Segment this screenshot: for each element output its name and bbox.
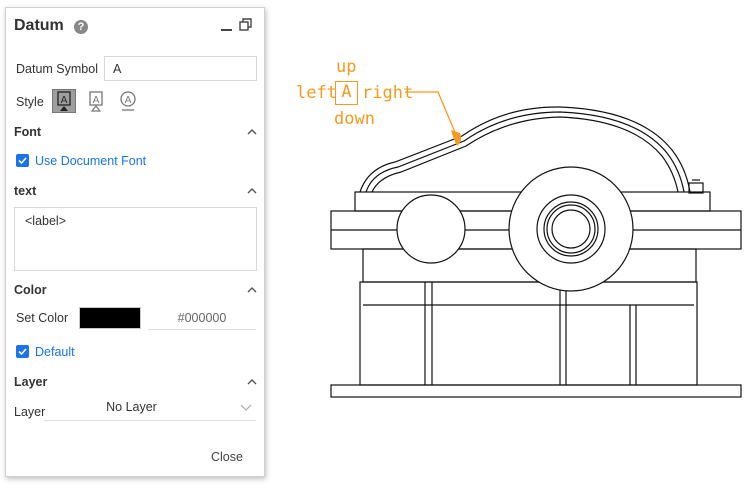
default-color-label[interactable]: Default: [35, 345, 75, 359]
check-icon: [18, 348, 27, 356]
dialog-title: Datum: [14, 17, 64, 34]
datum-box-filled-icon: A: [57, 91, 71, 111]
close-button[interactable]: Close: [211, 450, 243, 464]
datum-label-down[interactable]: down: [334, 109, 375, 129]
svg-text:A: A: [125, 95, 132, 106]
datum-label-up[interactable]: up: [336, 57, 356, 77]
layer-select[interactable]: No Layer: [44, 400, 256, 421]
color-section-header: Color: [14, 283, 47, 297]
chevron-up-icon[interactable]: [245, 377, 259, 387]
default-color-checkbox[interactable]: [16, 345, 29, 358]
style-label: Style: [16, 95, 44, 109]
restore-window-icon[interactable]: [239, 18, 253, 32]
datum-box-open-icon: A: [89, 91, 103, 112]
check-icon: [18, 157, 27, 165]
color-hex-input[interactable]: #000000: [148, 311, 256, 330]
font-section-header: Font: [14, 125, 42, 139]
chevron-up-icon[interactable]: [245, 127, 259, 137]
datum-circle-icon: A: [120, 91, 136, 111]
svg-text:A: A: [93, 95, 100, 106]
layer-select-value: No Layer: [106, 400, 157, 414]
datum-label-right[interactable]: right: [362, 83, 413, 103]
datum-symbol-box[interactable]: A: [335, 81, 358, 105]
style-boxed-filled-button[interactable]: A: [52, 89, 76, 113]
style-boxed-open-button[interactable]: A: [84, 89, 108, 113]
datum-symbol-label: Datum Symbol: [16, 62, 98, 76]
set-color-label: Set Color: [16, 311, 69, 325]
use-document-font-checkbox[interactable]: [16, 154, 29, 167]
datum-dialog: Datum ? Datum Symbol Style A A A Font: [5, 7, 265, 477]
chevron-down-icon: [240, 404, 252, 411]
text-section-header: text: [14, 184, 37, 198]
help-icon[interactable]: ?: [74, 20, 88, 34]
datum-label-left[interactable]: left: [296, 83, 337, 103]
svg-text:A: A: [61, 95, 68, 106]
label-text-area[interactable]: <label>: [14, 207, 257, 271]
use-document-font-label[interactable]: Use Document Font: [35, 154, 146, 168]
layer-label: Layer: [14, 405, 46, 419]
datum-leader-arrow: [451, 130, 461, 146]
datum-symbol-input[interactable]: [104, 56, 257, 81]
chevron-up-icon[interactable]: [245, 186, 259, 196]
layer-section-header: Layer: [14, 375, 48, 389]
chevron-up-icon[interactable]: [245, 285, 259, 295]
color-swatch[interactable]: [79, 307, 141, 329]
minimize-icon[interactable]: [221, 29, 232, 31]
style-circled-button[interactable]: A: [116, 89, 140, 113]
